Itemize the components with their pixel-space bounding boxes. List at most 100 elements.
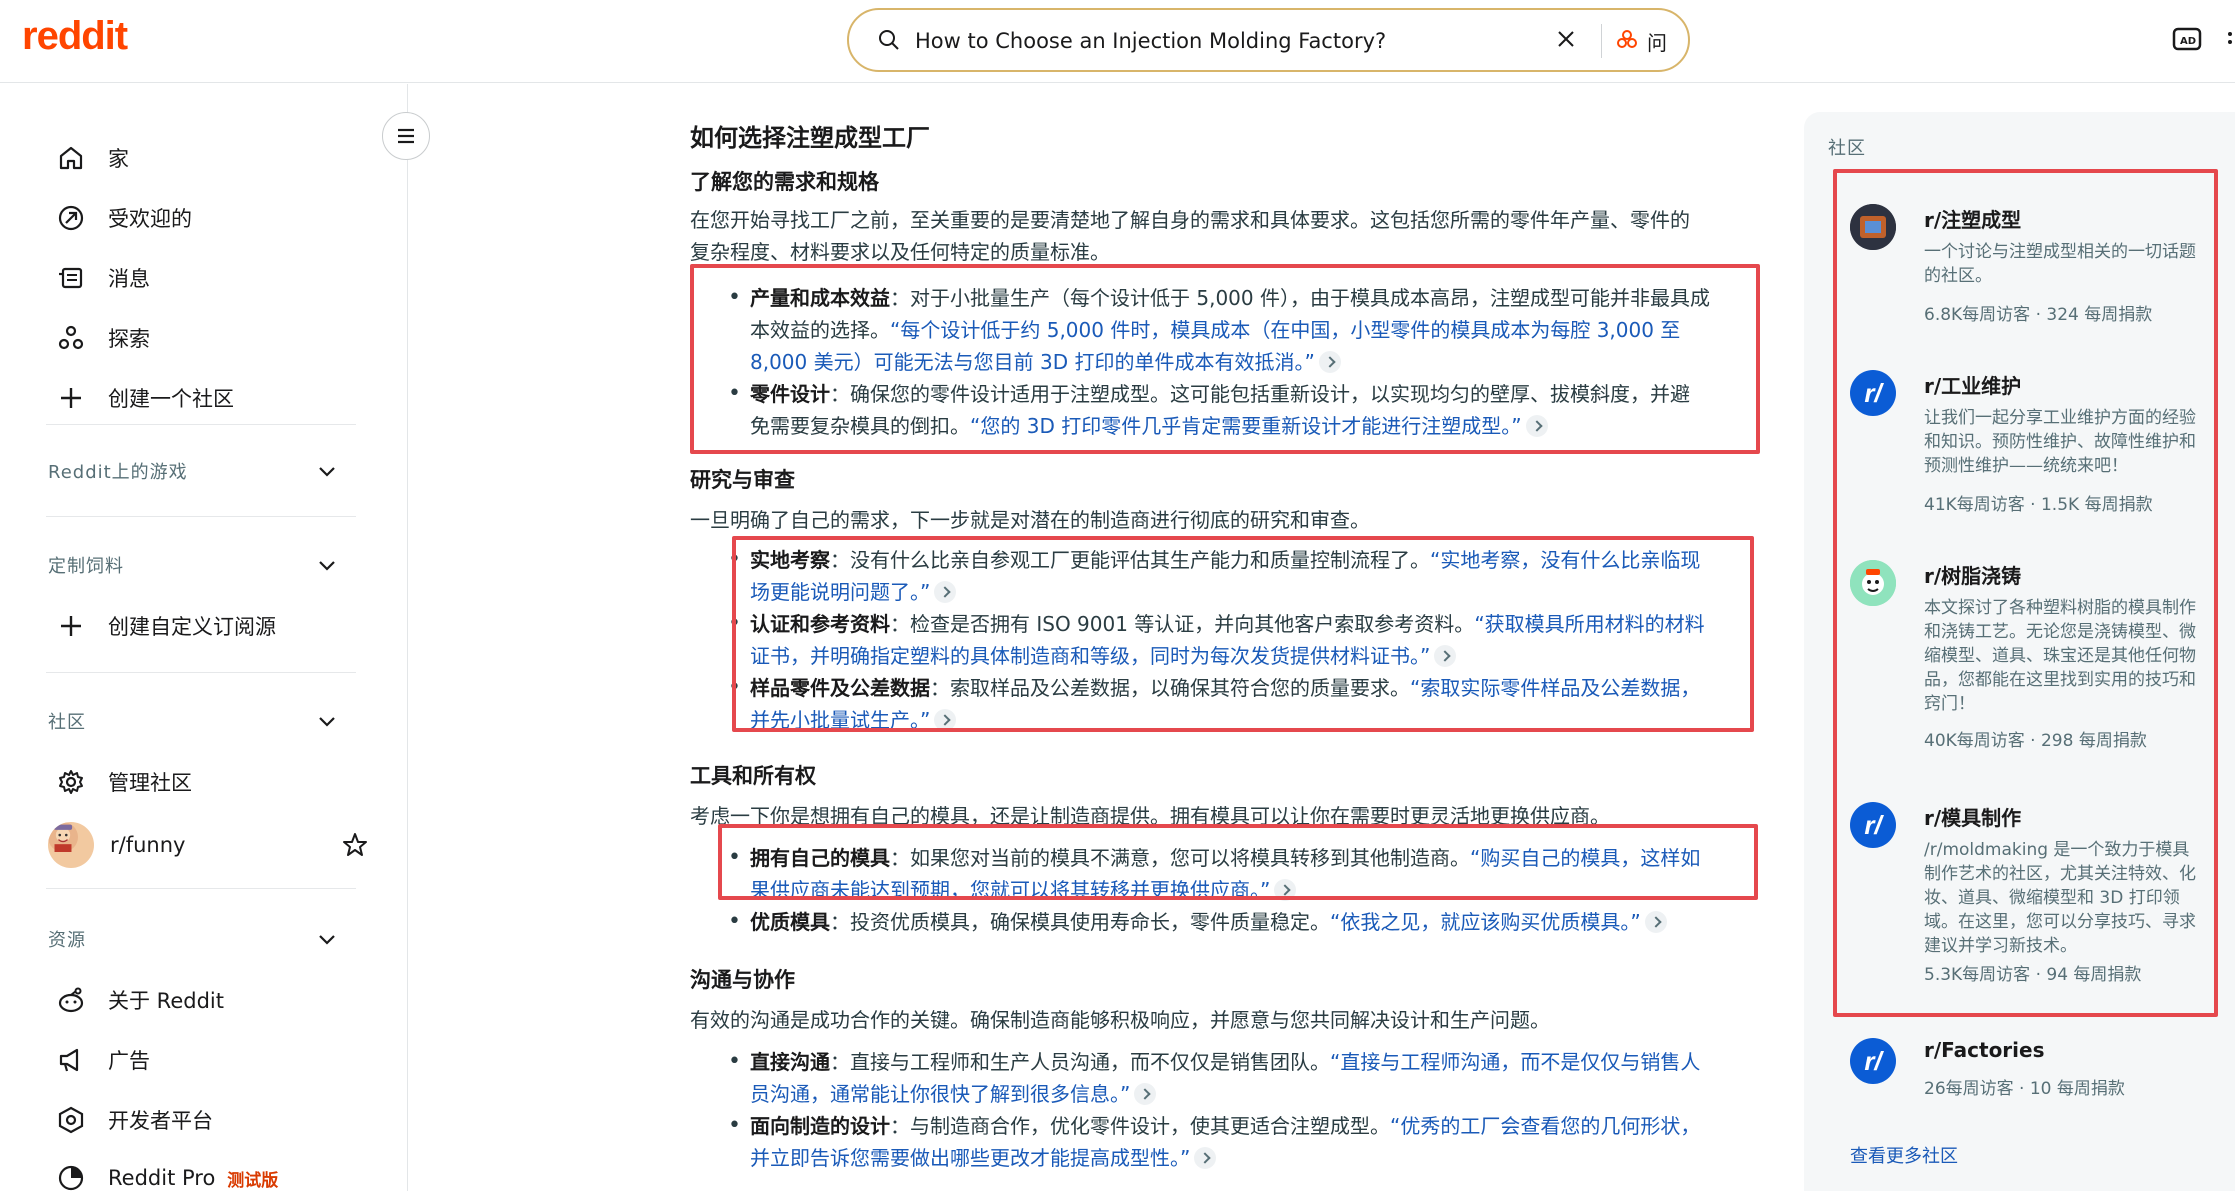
custom-feeds-section-toggle[interactable]: 定制饲料 xyxy=(48,550,338,580)
about-reddit[interactable]: 关于 Reddit xyxy=(56,980,224,1020)
manage-communities-label: 管理社区 xyxy=(108,771,192,795)
quote-link[interactable]: “优秀的工厂会查看您的几何形状， xyxy=(1390,1114,1700,1138)
highlight-box xyxy=(732,536,1754,732)
section-heading-tooling: 工具和所有权 xyxy=(690,764,816,788)
section-intro-requirements: 在您开始寻找工厂之前，至关重要的是要清楚地了解自身的需求和具体要求。这包括您所需… xyxy=(690,204,1750,268)
bullet-text: ：直接与工程师和生产人员沟通，而不仅仅是销售团队。 xyxy=(830,1050,1330,1074)
nav-home-label: 家 xyxy=(108,147,129,171)
sidebar-item-funny[interactable]: r/funny xyxy=(48,820,367,870)
nav-news-label: 消息 xyxy=(108,267,150,291)
funny-label: r/funny xyxy=(110,833,186,857)
resources-section-title: 资源 xyxy=(48,930,86,951)
about-reddit-label: 关于 Reddit xyxy=(108,989,224,1013)
sidebar-divider xyxy=(46,424,356,425)
see-more-communities-link[interactable]: 查看更多社区 xyxy=(1850,1142,1958,1168)
search-icon xyxy=(879,30,899,50)
community-name: r/Factories xyxy=(1924,1038,2045,1062)
quote-link[interactable]: “依我之见，就应该购买优质模具。” xyxy=(1330,910,1641,934)
custom-feeds-section-title: 定制饲料 xyxy=(48,556,124,577)
beta-badge: 测试版 xyxy=(227,1170,279,1191)
community-card[interactable]: r/ r/Factories 26每周访客 · 10 每周捐款 xyxy=(1850,1038,2210,1099)
bullet-label: 优质模具 xyxy=(750,910,830,934)
chevron-down-icon xyxy=(319,717,335,727)
explore-icon xyxy=(58,325,84,350)
pro-icon xyxy=(58,1165,84,1191)
star-icon[interactable] xyxy=(340,830,370,860)
developer-icon xyxy=(58,1106,84,1134)
section-heading-requirements: 了解您的需求和规格 xyxy=(690,170,879,194)
sidebar-divider xyxy=(46,888,356,889)
list-item: • 面向制造的设计：与制造商合作，优化零件设计，使其更适合注塑成型。“优秀的工厂… xyxy=(728,1110,1750,1174)
section-intro-communication: 有效的沟通是成功合作的关键。确保制造商能够积极响应，并愿意与您共同解决设计和生产… xyxy=(690,1008,1550,1032)
svg-text:AD: AD xyxy=(2180,36,2196,47)
list-item: • 优质模具：投资优质模具，确保模具使用寿命长，零件质量稳定。“依我之见，就应该… xyxy=(728,906,1750,938)
highlight-box xyxy=(1833,169,2218,1017)
bullet-label: 直接沟通 xyxy=(750,1050,830,1074)
answers-icon[interactable] xyxy=(1615,28,1639,52)
resources-section-toggle[interactable]: 资源 xyxy=(48,924,338,954)
quote-link[interactable]: “直接与工程师沟通，而不是仅仅与销售人 xyxy=(1330,1050,1700,1074)
developer-platform[interactable]: 开发者平台 xyxy=(56,1100,213,1140)
reddit-pro-label: Reddit Pro xyxy=(108,1166,216,1190)
nav-explore-label: 探索 xyxy=(108,327,150,351)
bullet-text: ：投资优质模具，确保模具使用寿命长，零件质量稳定。 xyxy=(830,910,1330,934)
nav-explore[interactable]: 探索 xyxy=(56,318,150,358)
chevron-right-icon[interactable] xyxy=(1644,911,1667,933)
nav-popular[interactable]: 受欢迎的 xyxy=(56,198,192,238)
nav-home[interactable]: 家 xyxy=(56,138,129,178)
sidebar-divider xyxy=(46,672,356,673)
search-input[interactable]: How to Choose an Injection Molding Facto… xyxy=(915,28,1386,54)
highlight-box xyxy=(718,824,1758,900)
communities-section-title: 社区 xyxy=(48,712,86,733)
quote-link[interactable]: 并立即告诉您需要做出哪些更改才能提高成型性。” xyxy=(750,1146,1190,1170)
chevron-down-icon xyxy=(319,561,335,571)
advertise-link[interactable]: 广告 xyxy=(56,1040,150,1080)
quote-link[interactable]: 员沟通，通常能让你很快了解到很多信息。” xyxy=(750,1082,1130,1106)
plus-icon xyxy=(61,388,81,408)
bullet-text: ：与制造商合作，优化零件设计，使其更适合注塑成型。 xyxy=(890,1114,1390,1138)
chevron-right-icon[interactable] xyxy=(1194,1147,1217,1169)
nav-popular-label: 受欢迎的 xyxy=(108,207,192,231)
games-section-title: Reddit上的游戏 xyxy=(48,462,188,483)
nav-create-community[interactable]: 创建一个社区 xyxy=(56,378,234,418)
communities-section-toggle[interactable]: 社区 xyxy=(48,706,338,736)
popular-icon xyxy=(58,205,84,231)
clear-search-icon[interactable] xyxy=(1554,27,1578,51)
highlight-box xyxy=(690,264,1760,454)
reddit-alien-icon xyxy=(58,987,84,1013)
home-icon xyxy=(59,146,83,170)
top-bar: reddit How to Choose an Injection Moldin… xyxy=(0,0,2235,83)
search-divider xyxy=(1601,24,1602,58)
chevron-right-icon[interactable] xyxy=(1134,1083,1157,1105)
developer-platform-label: 开发者平台 xyxy=(108,1109,213,1133)
related-communities-panel: 社区 r/注塑成型 一个讨论与注塑成型相关的一切话题的社区。 6.8K每周访客 … xyxy=(1804,112,2235,1191)
community-stats: 26每周访客 · 10 每周捐款 xyxy=(1924,1079,2125,1099)
article-title: 如何选择注塑成型工厂 xyxy=(690,124,930,152)
reddit-pro[interactable]: Reddit Pro 测试版 xyxy=(56,1158,278,1191)
section-heading-communication: 沟通与协作 xyxy=(690,968,795,992)
advertise-label: 广告 xyxy=(108,1049,150,1073)
ask-button[interactable]: 问 xyxy=(1647,27,1667,56)
nav-create-community-label: 创建一个社区 xyxy=(108,387,234,411)
news-icon xyxy=(59,267,83,289)
nav-news[interactable]: 消息 xyxy=(56,258,150,298)
reddit-logo[interactable]: reddit xyxy=(22,14,128,59)
bullet-label: 面向制造的设计 xyxy=(750,1114,890,1138)
section-heading-research: 研究与审查 xyxy=(690,468,795,492)
gear-icon xyxy=(59,770,83,794)
section-intro-research: 一旦明确了自己的需求，下一步就是对潜在的制造商进行彻底的研究和审查。 xyxy=(690,508,1370,532)
search-bar[interactable]: How to Choose an Injection Molding Facto… xyxy=(847,8,1690,72)
create-custom-feed-label: 创建自定义订阅源 xyxy=(108,615,276,639)
collapse-sidebar-button[interactable] xyxy=(382,112,430,160)
chevron-down-icon xyxy=(319,935,335,945)
create-custom-feed[interactable]: 创建自定义订阅源 xyxy=(56,606,276,646)
bullet: • xyxy=(728,1113,741,1138)
communities-panel-title: 社区 xyxy=(1828,138,1866,159)
games-section-toggle[interactable]: Reddit上的游戏 xyxy=(48,456,338,486)
left-sidebar: 家 受欢迎的 消息 探索 创建一个社区 Reddit上的游戏 定制饲料 创建自定… xyxy=(0,84,408,1191)
megaphone-icon xyxy=(59,1048,79,1072)
overflow-icon[interactable] xyxy=(2226,28,2235,52)
advertise-icon[interactable]: AD xyxy=(2172,26,2204,52)
bullet: • xyxy=(728,1049,741,1074)
manage-communities[interactable]: 管理社区 xyxy=(56,762,192,802)
